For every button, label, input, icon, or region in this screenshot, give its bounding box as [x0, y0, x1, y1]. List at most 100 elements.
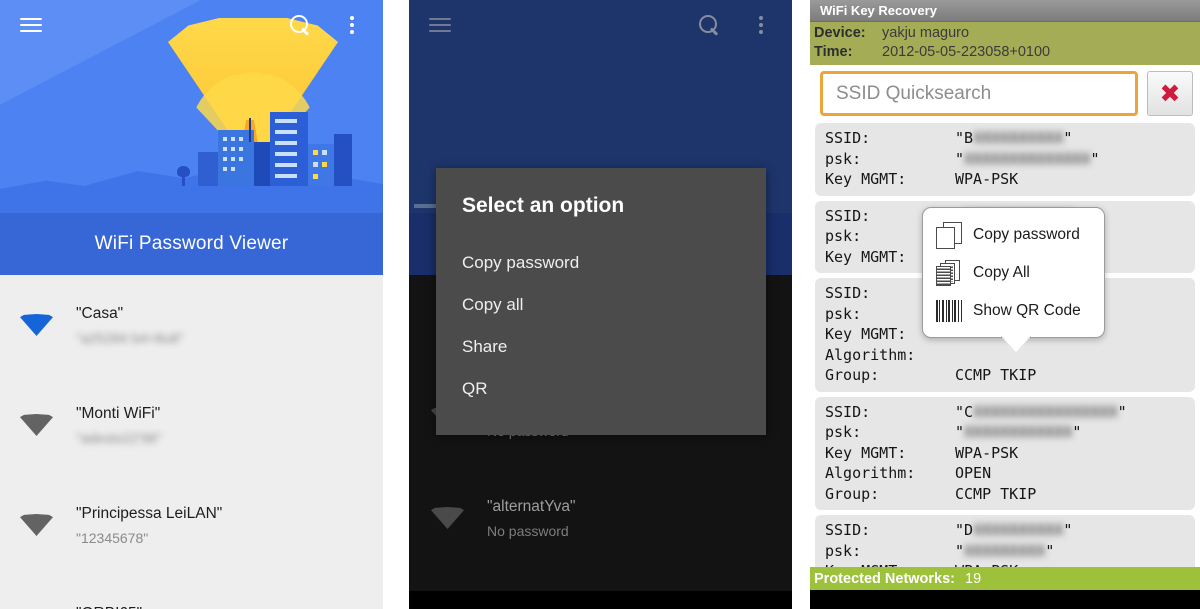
network-ssid: "ORBI65": [76, 605, 186, 609]
antenna-mast: [249, 118, 251, 142]
screenshot-root: WiFi Password Viewer "Casa" "a25284 b4=8…: [0, 0, 1200, 609]
building-4: [270, 112, 308, 186]
app-toolbar: [409, 0, 792, 50]
field-label: Algorithm:: [825, 464, 916, 482]
popup-item-label: Copy All: [973, 264, 1030, 281]
building-6: [334, 134, 352, 186]
card-line: Algorithm:: [825, 345, 1195, 366]
hamburger-icon: [429, 17, 451, 33]
overflow-menu-button[interactable]: [744, 8, 778, 42]
tree-shape: [176, 166, 190, 186]
barcode-icon: [936, 298, 962, 324]
status-footer: Protected Networks: 19: [810, 567, 1200, 590]
popup-item-label: Copy password: [973, 226, 1080, 243]
field-value: CCMP TKIP: [955, 366, 1037, 384]
card-line: psk: "XXXXXXXXXXXX": [825, 422, 1195, 443]
window-title-bar: WiFi Key Recovery: [810, 0, 1200, 22]
hamburger-icon: [20, 17, 42, 33]
list-item[interactable]: "alternatYva" No password: [409, 468, 792, 568]
wifi-signal-icon: [20, 414, 53, 436]
redacted-value: XXXXXXXXXXXXXX: [964, 149, 1091, 168]
card-line: SSID: "BXXXXXXXXXX": [825, 128, 1195, 149]
dialog-option-qr[interactable]: QR: [462, 368, 740, 410]
card-line: Key MGMT: WPA-PSK: [825, 443, 1195, 464]
field-label: Algorithm:: [825, 345, 916, 364]
search-icon: [290, 15, 310, 35]
field-value: WPA-PSK: [955, 170, 1019, 188]
card-line: SSID: "DXXXXXXXXXX": [825, 520, 1195, 541]
info-value: 2012-05-05-223058+0100: [882, 44, 1051, 60]
field-label: SSID:: [825, 402, 871, 421]
network-card[interactable]: SSID: "BXXXXXXXXXX" psk: "XXXXXXXXXXXXXX" …: [815, 123, 1195, 196]
card-line: psk: "XXXXXXXXX": [825, 541, 1195, 562]
wifi-signal-icon: [431, 507, 464, 529]
wifi-signal-icon: [20, 314, 53, 336]
card-line: Algorithm: OPEN: [825, 463, 1195, 484]
network-card[interactable]: SSID: "CXXXXXXXXXXXXXXXX" psk: "XXXXXXXXXX…: [815, 396, 1195, 510]
popup-item-copy-password[interactable]: Copy password: [923, 216, 1104, 254]
info-row-device: Device: yakju maguro: [814, 24, 1200, 43]
list-item[interactable]: "Monti WiFi" "adesto22'96": [0, 375, 383, 475]
search-button[interactable]: [692, 8, 726, 42]
copy-password-icon: [936, 222, 962, 249]
dialog-option-share[interactable]: Share: [462, 326, 740, 368]
card-line: SSID: "CXXXXXXXXXXXXXXXX": [825, 402, 1195, 423]
clear-search-button[interactable]: ✖: [1147, 71, 1193, 116]
list-item[interactable]: "Casa" "a25284 b4=8u8": [0, 275, 383, 375]
panel-wifi-password-viewer-dialog: "TIM-67767845" No password "alternatYva"…: [409, 0, 792, 609]
field-value: "XXXXXXXXXXXX": [955, 423, 1082, 441]
field-label: psk:: [825, 541, 862, 560]
search-placeholder: SSID Quicksearch: [836, 82, 992, 104]
network-password: "adesto22'96": [76, 429, 162, 446]
popup-item-show-qr-code[interactable]: Show QR Code: [923, 292, 1104, 330]
panel-wifi-key-recovery: WiFi Key Recovery Device: yakju maguro T…: [810, 0, 1200, 609]
field-label: Key MGMT:: [825, 443, 907, 462]
network-list: "Casa" "a25284 b4=8u8" "Monti WiFi" "ade…: [0, 275, 383, 609]
search-button[interactable]: [283, 8, 317, 42]
network-ssid: "Principessa LeiLAN": [76, 504, 223, 522]
field-label: SSID:: [825, 129, 871, 147]
list-item[interactable]: "Principessa LeiLAN" "12345678": [0, 475, 383, 575]
field-value: WPA-PSK: [955, 443, 1019, 462]
list-item[interactable]: "ORBI65" "youngerlopd5a3": [0, 575, 383, 609]
navigation-bar: [409, 591, 792, 609]
card-line: Group: CCMP TKIP: [825, 365, 1195, 386]
field-value: OPEN: [955, 464, 992, 482]
dialog-option-copy-password[interactable]: Copy password: [462, 242, 740, 284]
footer-value: 19: [965, 570, 982, 587]
field-label: psk:: [825, 149, 862, 168]
redacted-value: XXXXXXXXXXXXXXXX: [973, 402, 1118, 421]
dialog-option-copy-all[interactable]: Copy all: [462, 284, 740, 326]
info-value: yakju maguro: [882, 25, 970, 41]
popup-item-label: Show QR Code: [973, 302, 1081, 319]
network-ssid: "alternatYva": [487, 497, 576, 515]
field-value: "CXXXXXXXXXXXXXXXX": [955, 402, 1127, 421]
network-password: "12345678": [76, 529, 149, 546]
device-info-band: Device: yakju maguro Time: 2012-05-05-22…: [810, 22, 1200, 65]
wifi-signal-icon: [20, 514, 53, 536]
field-value: "BXXXXXXXXXX": [955, 129, 1073, 147]
app-title: WiFi Password Viewer: [94, 233, 289, 254]
redacted-value: XXXXXXXXXX: [973, 521, 1064, 539]
network-ssid: "Casa": [76, 304, 124, 322]
search-icon: [699, 15, 719, 35]
field-label: psk:: [825, 423, 862, 441]
hero-illustration: [0, 0, 383, 213]
overflow-menu-button[interactable]: [335, 8, 369, 42]
card-line: Key MGMT: WPA-PSK: [825, 169, 1195, 190]
field-label: SSID:: [825, 521, 871, 539]
menu-button[interactable]: [14, 8, 48, 42]
search-bar: SSID Quicksearch ✖: [810, 65, 1200, 123]
popup-item-copy-all[interactable]: Copy All: [923, 254, 1104, 292]
info-label: Time:: [814, 44, 853, 60]
copy-all-icon: [936, 260, 962, 286]
search-input[interactable]: SSID Quicksearch: [820, 71, 1138, 116]
menu-button[interactable]: [423, 8, 457, 42]
kebab-menu-icon: [759, 16, 763, 34]
network-password: No password: [487, 522, 569, 539]
card-line: psk: "XXXXXXXXXXXXXX": [825, 149, 1195, 170]
kebab-menu-icon: [350, 16, 354, 34]
dialog-title: Select an option: [462, 194, 625, 217]
info-row-time: Time: 2012-05-05-223058+0100: [814, 43, 1200, 62]
field-value: "XXXXXXXXXXXXXX": [955, 149, 1100, 168]
